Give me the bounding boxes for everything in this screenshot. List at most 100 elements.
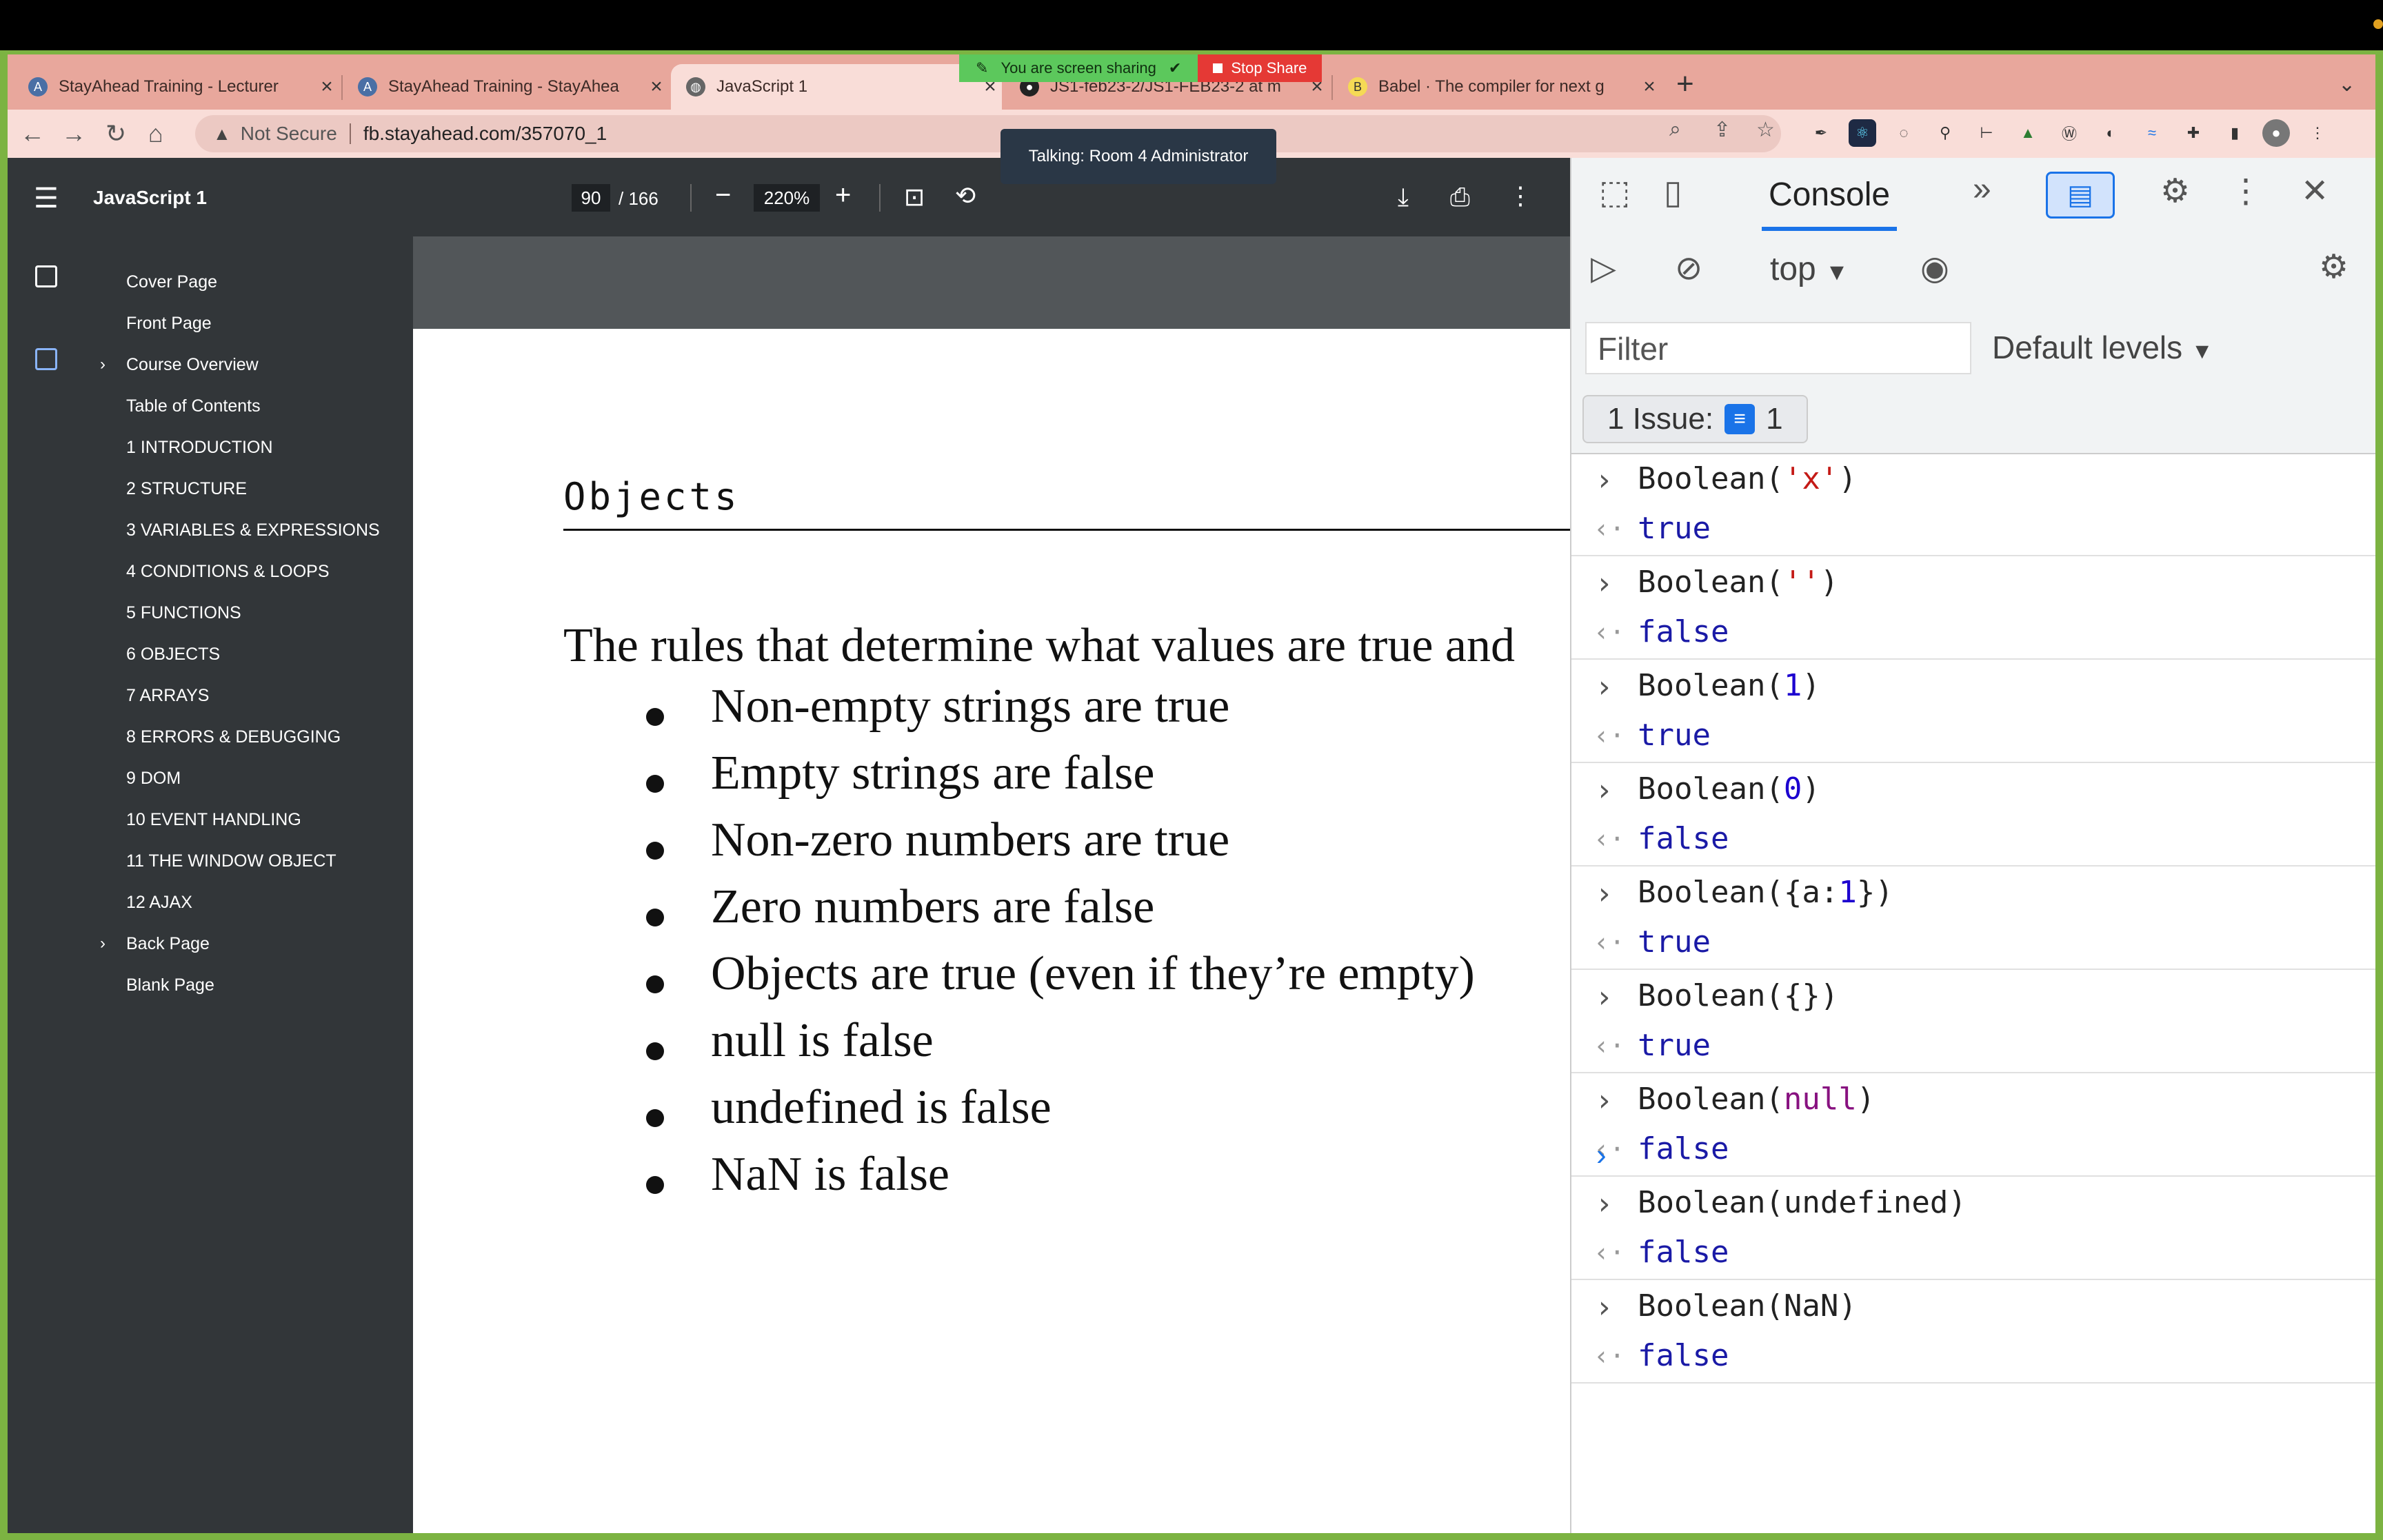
- tab-babel[interactable]: B Babel · The compiler for next g ×: [1333, 64, 1661, 110]
- console-input[interactable]: Boolean({}): [1638, 978, 1838, 1013]
- tab-stayahead-lecturer[interactable]: A StayAhead Training - Lecturer ×: [13, 64, 339, 110]
- outline-item[interactable]: 12 AJAX: [126, 893, 192, 913]
- back-arrow-icon[interactable]: ←: [20, 119, 45, 148]
- download-icon[interactable]: ⤓: [1398, 183, 1409, 212]
- code-token: Boolean(: [1638, 1082, 1784, 1117]
- zoom-in-button[interactable]: +: [835, 180, 851, 211]
- home-icon[interactable]: ⌂: [148, 119, 163, 148]
- more-tabs-icon[interactable]: »: [1973, 170, 1991, 208]
- console-entry: › Boolean({}) ‹· true: [1571, 970, 2375, 1073]
- close-icon[interactable]: ×: [315, 75, 339, 99]
- location-pin-icon[interactable]: ⚲: [1931, 119, 1959, 147]
- console-settings-gear-icon[interactable]: ⚙: [2319, 247, 2349, 286]
- console-input[interactable]: Boolean(null): [1638, 1082, 1875, 1117]
- address-bar[interactable]: ▲ Not Secure fb.stayahead.com/357070_1: [195, 115, 1781, 152]
- zoom-icon[interactable]: ⌕: [1669, 118, 1681, 141]
- outline-item[interactable]: 2 STRUCTURE: [126, 479, 247, 499]
- close-icon[interactable]: ×: [645, 75, 668, 99]
- kebab-menu-icon[interactable]: ⋮: [2304, 119, 2331, 147]
- console-prompt-icon[interactable]: ›: [1596, 1138, 1607, 1173]
- console-input[interactable]: Boolean(undefined): [1638, 1185, 1967, 1220]
- console-input[interactable]: Boolean({a:1}): [1638, 875, 1893, 910]
- react-devtools-icon[interactable]: ⚛: [1849, 119, 1876, 147]
- sidebar-toggle-icon[interactable]: ▷: [1591, 249, 1616, 287]
- outline-item[interactable]: 4 CONDITIONS & LOOPS: [126, 562, 330, 582]
- share-icon[interactable]: ⇪: [1713, 118, 1731, 142]
- outline-item[interactable]: 9 DOM: [126, 769, 181, 789]
- puzzle-extensions-icon[interactable]: ✚: [2180, 119, 2207, 147]
- page-number-input[interactable]: 90: [572, 184, 610, 212]
- outline-item[interactable]: Table of Contents: [126, 396, 261, 416]
- console-input[interactable]: Boolean(''): [1638, 565, 1838, 600]
- profile-avatar[interactable]: ●: [2262, 119, 2290, 147]
- outline-item[interactable]: 7 ARRAYS: [126, 686, 209, 706]
- stop-share-button[interactable]: Stop Share: [1198, 54, 1323, 82]
- inspect-element-icon[interactable]: ⬚: [1599, 173, 1630, 212]
- security-label[interactable]: Not Secure: [241, 123, 337, 145]
- url-text[interactable]: fb.stayahead.com/357070_1: [363, 123, 607, 145]
- outline-item[interactable]: 3 VARIABLES & EXPRESSIONS: [126, 520, 380, 540]
- close-icon[interactable]: ✕: [2301, 172, 2329, 210]
- console-input[interactable]: Boolean('x'): [1638, 461, 1857, 496]
- wappalyzer-icon[interactable]: Ⓦ: [2055, 119, 2083, 147]
- outline-item[interactable]: 11 THE WINDOW OBJECT: [126, 851, 336, 871]
- forward-arrow-icon[interactable]: →: [61, 119, 86, 148]
- tab-search-chevron-icon[interactable]: ⌄: [2338, 72, 2355, 97]
- rotate-icon[interactable]: ⟲: [955, 181, 976, 210]
- extension-icon[interactable]: ◌: [1890, 119, 1918, 147]
- document-outline-icon[interactable]: [35, 348, 57, 370]
- console-input[interactable]: Boolean(0): [1638, 771, 1820, 807]
- wave-extension-icon[interactable]: ≈: [2138, 119, 2166, 147]
- console-input[interactable]: Boolean(NaN): [1638, 1288, 1857, 1324]
- console-input[interactable]: Boolean(1): [1638, 668, 1820, 703]
- issues-count-button[interactable]: 1 Issue: ≡ 1: [1582, 395, 1808, 443]
- issues-badge-button[interactable]: ▤: [2046, 172, 2115, 219]
- reload-icon[interactable]: ↻: [105, 119, 126, 148]
- live-expression-eye-icon[interactable]: ◉: [1920, 249, 1949, 287]
- outline-item[interactable]: Back Page: [126, 934, 210, 954]
- stop-icon: [1213, 63, 1223, 73]
- outline-item[interactable]: Course Overview: [126, 355, 259, 375]
- eyedropper-extension-icon[interactable]: ✒: [1807, 119, 1835, 147]
- zoom-out-button[interactable]: −: [715, 180, 731, 211]
- html-validator-icon[interactable]: ▲: [2014, 119, 2042, 147]
- outline-item[interactable]: 8 ERRORS & DEBUGGING: [126, 727, 341, 747]
- new-tab-button[interactable]: +: [1676, 67, 1694, 101]
- tab-javascript-1[interactable]: ◍ JavaScript 1 ×: [671, 64, 1002, 110]
- settings-gear-icon[interactable]: ⚙: [2160, 172, 2190, 210]
- more-options-icon[interactable]: ⋮: [1508, 181, 1533, 210]
- tab-stayahead-training[interactable]: A StayAhead Training - StayAhea ×: [343, 64, 668, 110]
- zoom-level-input[interactable]: 220%: [754, 184, 820, 212]
- fit-to-page-icon[interactable]: ⊡: [904, 183, 925, 212]
- thumbnails-icon[interactable]: [35, 265, 57, 287]
- chevron-right-icon[interactable]: ›: [100, 355, 105, 374]
- close-icon[interactable]: ×: [1638, 75, 1661, 99]
- pdf-sidebar: Cover Page Front Page › Course Overview Tabl…: [8, 236, 413, 1533]
- log-levels-dropdown[interactable]: Default levels ▼: [1992, 329, 2213, 366]
- output-arrow-icon: ‹·: [1593, 720, 1625, 751]
- bullet-dot: [646, 775, 664, 793]
- kebab-menu-icon[interactable]: ⋮: [2229, 172, 2262, 210]
- outline-item[interactable]: Front Page: [126, 314, 212, 334]
- outline-item[interactable]: Cover Page: [126, 272, 217, 292]
- output-arrow-icon: ‹·: [1593, 824, 1625, 854]
- print-icon[interactable]: ⎙: [1450, 183, 1470, 212]
- talking-popup: Talking: Room 4 Administrator: [1001, 129, 1276, 184]
- outline-item[interactable]: 10 EVENT HANDLING: [126, 810, 301, 830]
- context-selector[interactable]: top ▼: [1770, 250, 1849, 288]
- outline-item[interactable]: 5 FUNCTIONS: [126, 603, 241, 623]
- input-chevron-icon: ›: [1595, 980, 1613, 1015]
- bookmark-star-icon[interactable]: ☆: [1756, 118, 1775, 142]
- outline-item[interactable]: 6 OBJECTS: [126, 645, 220, 665]
- hamburger-menu-icon[interactable]: ☰: [34, 183, 59, 214]
- device-toolbar-icon[interactable]: ▯: [1664, 173, 1682, 212]
- outline-item[interactable]: 1 INTRODUCTION: [126, 438, 273, 458]
- clear-console-icon[interactable]: ⊘: [1675, 249, 1702, 287]
- outline-item[interactable]: Blank Page: [126, 975, 214, 995]
- filter-input[interactable]: Filter: [1585, 322, 1971, 374]
- chevron-right-icon[interactable]: ›: [100, 934, 105, 953]
- side-panel-icon[interactable]: ▮: [2221, 119, 2249, 147]
- ruler-extension-icon[interactable]: ⊢: [1973, 119, 2000, 147]
- tab-console[interactable]: Console: [1769, 176, 1890, 214]
- toggle-extension-icon[interactable]: ◐: [2097, 119, 2124, 147]
